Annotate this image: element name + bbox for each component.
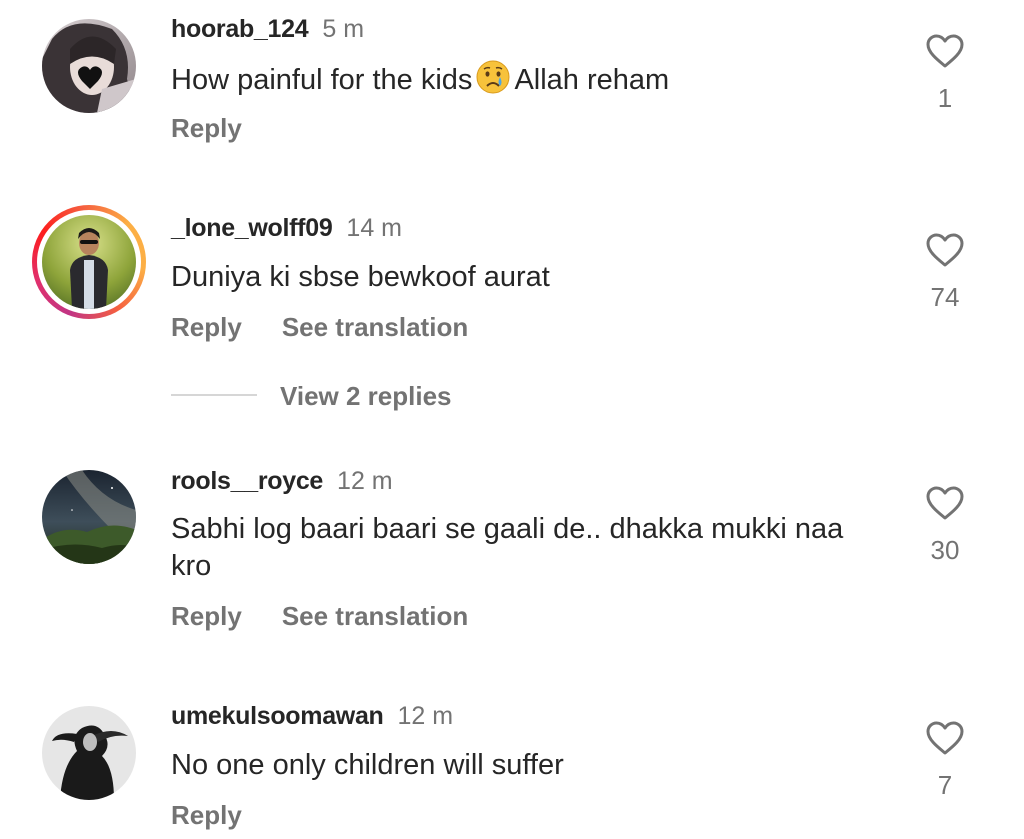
like-count: 7	[937, 770, 953, 800]
reply-button[interactable]: Reply	[171, 601, 242, 631]
comment-text: Duniya ki sbse bewkoof aurat	[171, 261, 550, 293]
timestamp: 14 m	[346, 214, 403, 242]
comment-actions: Reply See translation	[171, 601, 468, 631]
crying-face-icon	[476, 60, 510, 104]
timestamp: 5 m	[322, 15, 365, 43]
like-count: 30	[930, 535, 960, 565]
comment-header: umekulsoomawan 12 m	[171, 701, 453, 731]
replies-divider	[171, 394, 257, 396]
comment-text: How painful for the kids Allah reham	[171, 60, 861, 104]
comment-text: Sabhi log baari baari se gaali de.. dhak…	[171, 513, 844, 582]
heart-outline-icon[interactable]	[925, 720, 965, 756]
timestamp: 12 m	[397, 702, 454, 730]
view-replies-label[interactable]: View 2 replies	[280, 380, 452, 412]
avatar[interactable]	[42, 19, 136, 113]
like-count: 1	[937, 83, 953, 113]
comment-header: hoorab_124 5 m	[171, 14, 364, 44]
story-ring[interactable]	[32, 205, 146, 319]
heart-outline-icon[interactable]	[925, 485, 965, 521]
comment-header: _lone_wolff09 14 m	[171, 213, 402, 243]
see-translation-button[interactable]: See translation	[282, 312, 468, 342]
like-button[interactable]: 74	[920, 232, 970, 312]
reply-button[interactable]: Reply	[171, 312, 242, 342]
comment-actions: Reply	[171, 800, 242, 830]
like-count: 74	[930, 282, 960, 312]
reply-button[interactable]: Reply	[171, 113, 242, 143]
like-button[interactable]: 1	[920, 33, 970, 113]
timestamp: 12 m	[337, 467, 393, 495]
avatar-image	[42, 470, 136, 564]
username[interactable]: hoorab_124	[171, 15, 309, 43]
username[interactable]: umekulsoomawan	[171, 702, 384, 730]
username[interactable]: _lone_wolff09	[171, 214, 333, 242]
comment-text: No one only children will suffer	[171, 749, 564, 781]
like-button[interactable]: 7	[920, 720, 970, 800]
avatar-image	[42, 19, 136, 113]
avatar[interactable]	[42, 706, 136, 800]
comment-text-part: Allah reham	[514, 64, 670, 96]
like-button[interactable]: 30	[920, 485, 970, 565]
reply-button[interactable]: Reply	[171, 800, 242, 830]
heart-outline-icon[interactable]	[925, 232, 965, 268]
comment-actions: Reply	[171, 113, 242, 143]
comment-actions: Reply See translation	[171, 312, 468, 342]
avatar-image	[42, 706, 136, 800]
avatar-image	[42, 215, 136, 309]
avatar[interactable]	[42, 470, 136, 564]
heart-outline-icon[interactable]	[925, 33, 965, 69]
username[interactable]: rools__royce	[171, 467, 323, 495]
comment-header: rools__royce 12 m	[171, 466, 393, 496]
see-translation-button[interactable]: See translation	[282, 601, 468, 631]
avatar	[42, 215, 136, 309]
comment-text-part: How painful for the kids	[171, 64, 473, 96]
